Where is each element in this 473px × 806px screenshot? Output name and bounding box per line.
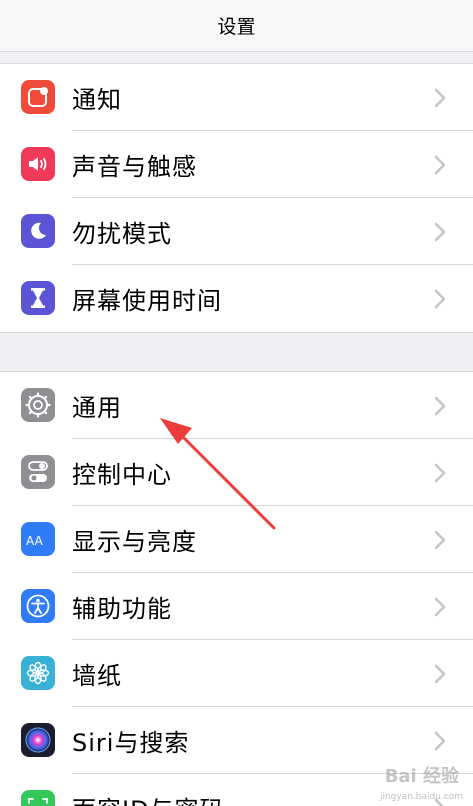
settings-item-screen-time[interactable]: 屏幕使用时间 [0, 265, 473, 332]
settings-item-label: 通用 [72, 394, 122, 422]
chevron-right-icon [434, 530, 446, 550]
toggle-icon [21, 455, 55, 489]
settings-screen: 设置 通知 声音与触感 勿扰模式 屏幕使用时间 通用 控制中心 AA 显示与亮度… [0, 0, 473, 806]
settings-item-label: Siri与搜索 [72, 729, 190, 757]
text-size-icon: AA [21, 522, 55, 556]
settings-item-do-not-disturb[interactable]: 勿扰模式 [0, 198, 473, 265]
notifications-icon [21, 80, 55, 114]
chevron-right-icon [434, 597, 446, 617]
settings-item-control-center[interactable]: 控制中心 [0, 439, 473, 506]
settings-item-label: 声音与触感 [72, 153, 197, 181]
chevron-right-icon [434, 463, 446, 483]
watermark-logo: Bai 经验 [384, 766, 459, 787]
siri-icon [21, 723, 55, 757]
chevron-right-icon [434, 88, 446, 108]
svg-text:AA: AA [26, 534, 44, 548]
chevron-right-icon [434, 731, 446, 751]
settings-item-accessibility[interactable]: 辅助功能 [0, 573, 473, 640]
speaker-icon [21, 147, 55, 181]
settings-item-label: 墙纸 [72, 662, 122, 690]
settings-item-label: 面容ID与密码 [72, 774, 225, 806]
wallpaper-flower-icon [21, 656, 55, 690]
accessibility-icon [21, 589, 55, 623]
chevron-right-icon [434, 664, 446, 684]
chevron-right-icon [434, 396, 446, 416]
settings-item-display-brightness[interactable]: AA 显示与亮度 [0, 506, 473, 573]
settings-group-1: 通知 声音与触感 勿扰模式 屏幕使用时间 [0, 63, 473, 333]
settings-item-general[interactable]: 通用 [0, 372, 473, 439]
moon-icon [21, 214, 55, 248]
settings-item-notifications[interactable]: 通知 [0, 64, 473, 131]
settings-item-label: 辅助功能 [72, 595, 172, 623]
chevron-right-icon [434, 155, 446, 175]
settings-item-label: 控制中心 [72, 461, 172, 489]
settings-item-label: 显示与亮度 [72, 528, 197, 556]
settings-item-label: 屏幕使用时间 [72, 287, 222, 315]
page-title: 设置 [217, 16, 256, 38]
face-id-icon [21, 790, 55, 806]
navigation-bar: 设置 [0, 0, 473, 52]
settings-item-label: 通知 [72, 86, 122, 114]
settings-item-label: 勿扰模式 [72, 220, 172, 248]
chevron-right-icon [434, 222, 446, 242]
settings-group-2: 通用 控制中心 AA 显示与亮度 辅助功能 墙纸 Siri与搜索 [0, 371, 473, 806]
settings-item-wallpaper[interactable]: 墙纸 [0, 640, 473, 707]
settings-item-sounds[interactable]: 声音与触感 [0, 131, 473, 198]
hourglass-icon [21, 281, 55, 315]
chevron-right-icon [434, 289, 446, 309]
gear-icon [21, 388, 55, 422]
watermark-url: jingyan.baidu.com [379, 792, 463, 802]
